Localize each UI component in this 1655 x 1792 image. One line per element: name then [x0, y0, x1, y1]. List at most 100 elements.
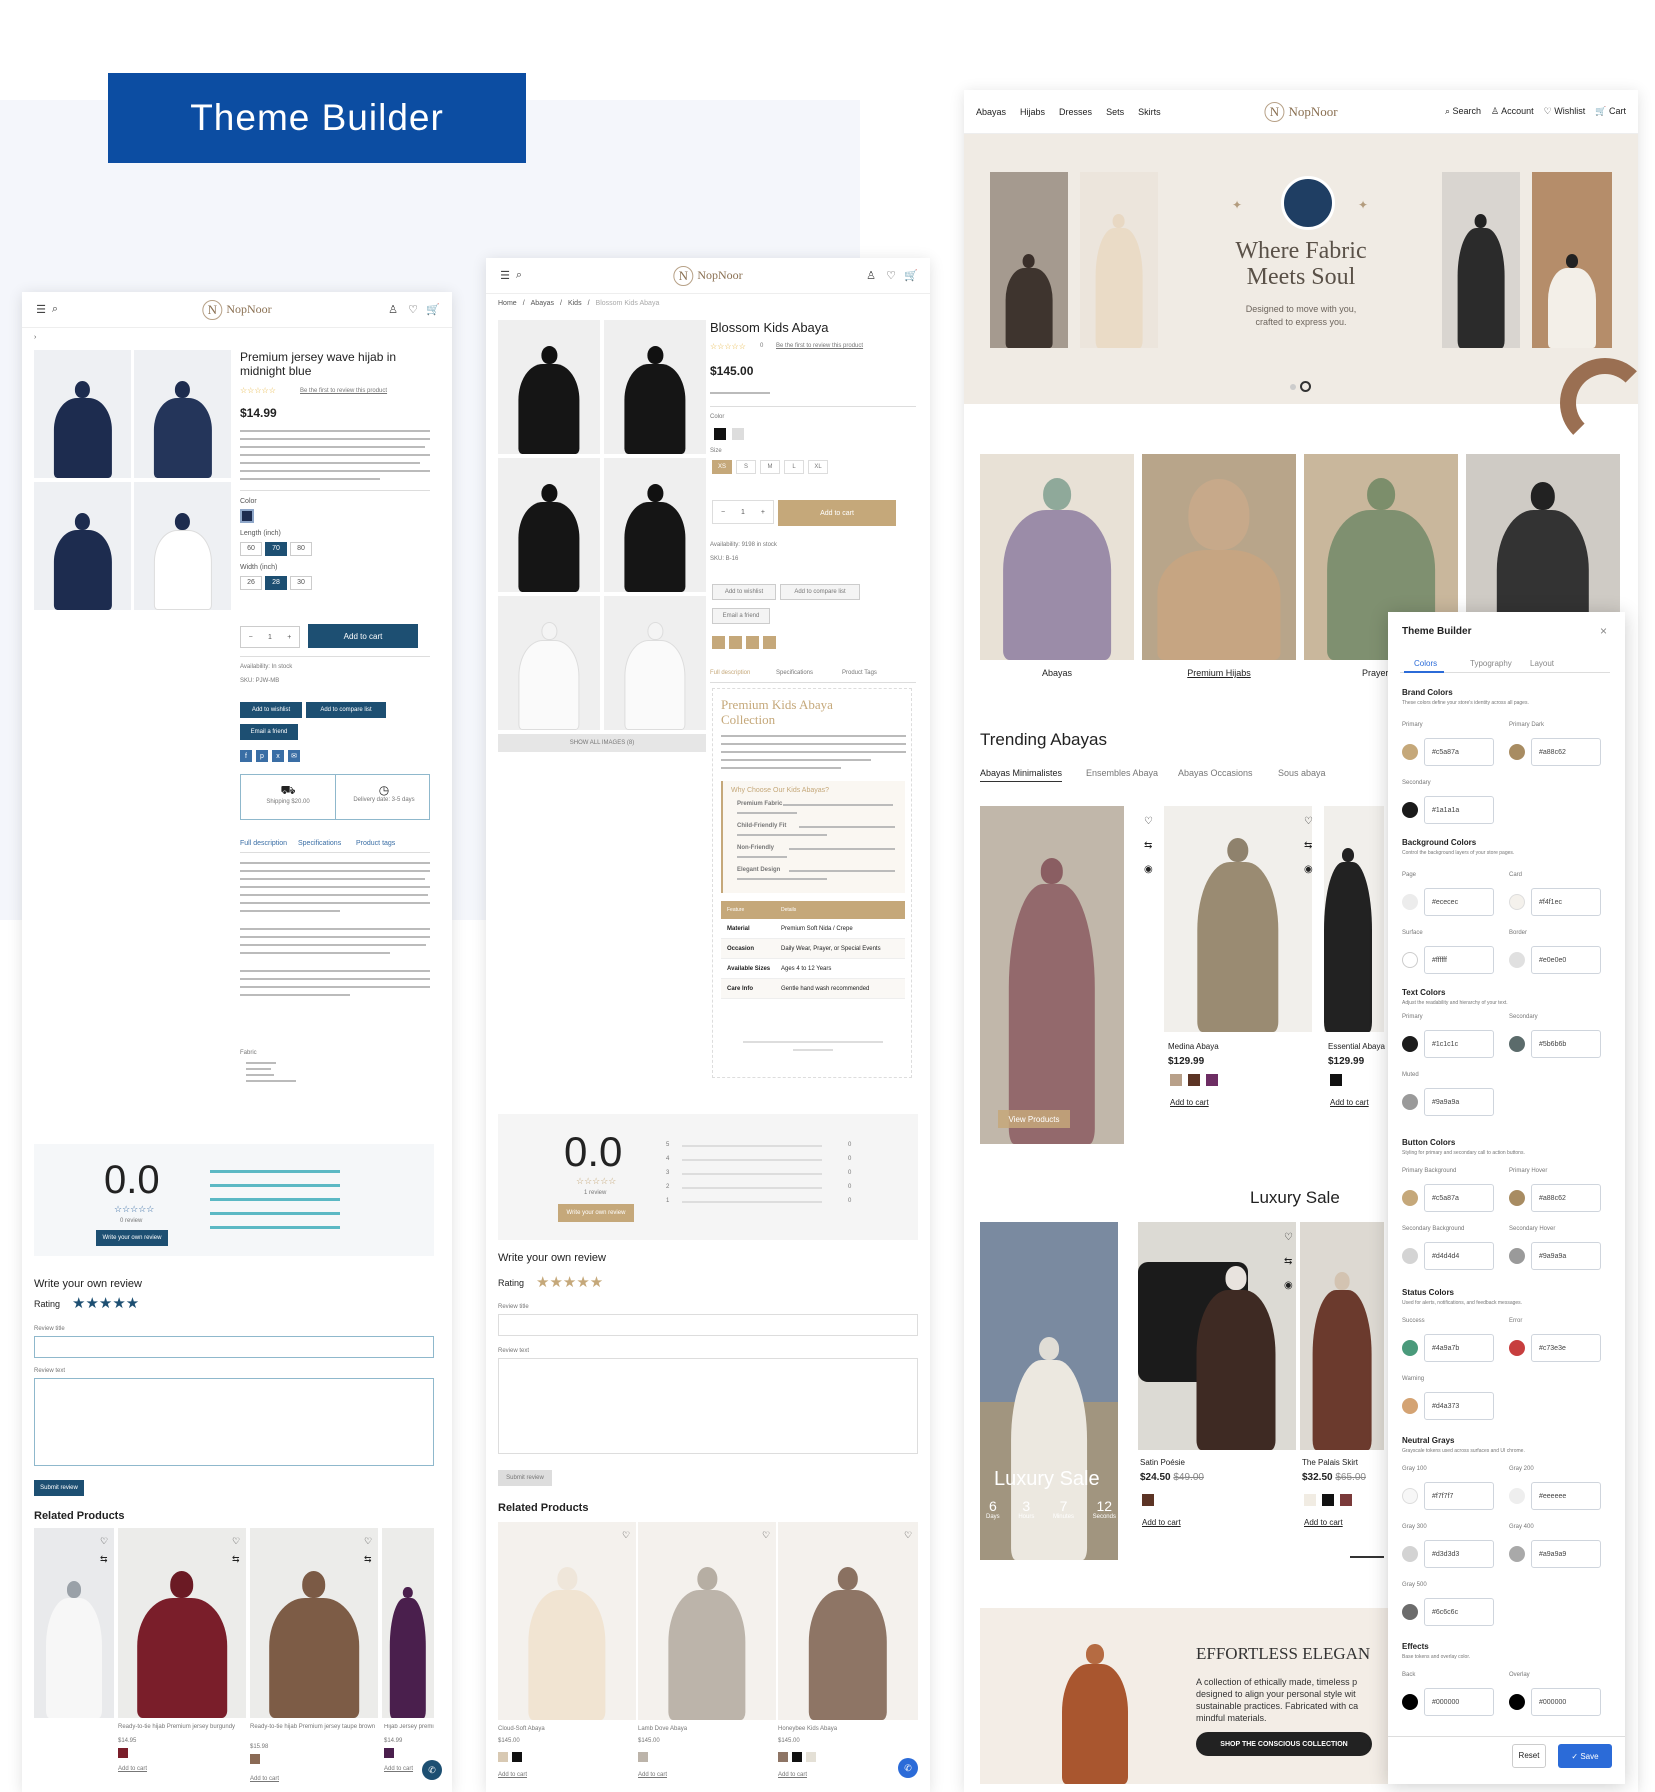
luxury-feature-image[interactable]: Luxury Sale 6 Days 3 Hours 7 Minutes 12 Seco… [980, 1222, 1118, 1560]
review-title-input[interactable] [498, 1314, 918, 1336]
search-link[interactable]: ⌕ Search [1445, 106, 1481, 117]
color-swatch[interactable] [240, 509, 254, 523]
plus-icon[interactable]: + [287, 634, 291, 641]
page-color-input[interactable]: #ececec [1424, 888, 1494, 916]
color-swatch[interactable] [1340, 1494, 1352, 1506]
related-name[interactable]: Honeybee Kids Abaya [778, 1726, 837, 1732]
email-share-icon[interactable] [763, 636, 776, 649]
trend-product-image[interactable] [1164, 806, 1312, 1032]
color-swatch[interactable] [512, 1752, 522, 1762]
tab-product-tags[interactable]: Product tags [356, 840, 395, 847]
review-link[interactable]: Be the first to review this product [776, 343, 863, 349]
related-name[interactable]: Ready-to-tie hijab Premium jersey taupe … [250, 1724, 378, 1730]
add-to-cart-link[interactable]: Add to cart [1304, 1518, 1343, 1527]
wishlist-icon[interactable]: ♡ [1284, 1232, 1293, 1243]
sale-product-name[interactable]: The Palais Skirt [1302, 1458, 1358, 1467]
tab-product-tags[interactable]: Product Tags [842, 670, 877, 676]
color-dot-secondary-bg[interactable] [1402, 1248, 1418, 1264]
color-dot-muted[interactable] [1402, 1094, 1418, 1110]
trend-tab[interactable]: Ensembles Abaya [1086, 768, 1158, 778]
color-dot-primary[interactable] [1402, 744, 1418, 760]
slider-dot-active[interactable] [1300, 381, 1311, 392]
color-dot-gray-200[interactable] [1509, 1488, 1525, 1504]
product-image[interactable] [604, 320, 706, 454]
compare-icon[interactable]: ⇆ [364, 1554, 372, 1565]
nav-dresses[interactable]: Dresses [1059, 107, 1092, 117]
email-share-icon[interactable]: ✉ [288, 750, 300, 762]
cart-icon[interactable]: 🛒 [426, 303, 440, 316]
wishlist-icon[interactable]: ♡ [406, 303, 420, 316]
color-swatch[interactable] [1170, 1074, 1182, 1086]
secondary-bg-color-input[interactable]: #d4d4d4 [1424, 1242, 1494, 1270]
error-color-input[interactable]: #c73e3e [1531, 1334, 1601, 1362]
related-product-image[interactable] [118, 1528, 246, 1718]
add-to-cart-button[interactable]: Add to cart [778, 500, 896, 526]
rating-input-stars[interactable]: ★★★★★ [72, 1294, 139, 1312]
color-dot-card[interactable] [1509, 894, 1525, 910]
add-to-compare-button[interactable]: Add to compare list [780, 584, 860, 600]
chat-icon[interactable]: ✆ [422, 1760, 442, 1780]
color-swatch[interactable] [498, 1752, 508, 1762]
compare-icon[interactable]: ⇆ [100, 1554, 108, 1565]
sale-product-image[interactable] [1300, 1222, 1384, 1450]
show-all-images-button[interactable]: SHOW ALL IMAGES (8) [498, 734, 706, 752]
category-label[interactable]: Premium Hijabs [1142, 668, 1296, 678]
color-dot-overlay[interactable] [1509, 1694, 1525, 1710]
color-swatch[interactable] [1206, 1074, 1218, 1086]
product-image[interactable] [34, 350, 131, 478]
color-swatch[interactable] [792, 1752, 802, 1762]
minus-icon[interactable]: − [249, 634, 253, 641]
size-option[interactable]: L [784, 460, 804, 474]
tab-typography[interactable]: Typography [1470, 659, 1512, 668]
category-label[interactable]: Abayas [980, 668, 1134, 678]
menu-icon[interactable]: ☰ [498, 269, 512, 282]
review-link[interactable]: Be the first to review this product [300, 388, 387, 394]
color-swatch-black[interactable] [714, 428, 726, 440]
quantity-stepper[interactable]: −1 + [712, 500, 774, 524]
chat-icon[interactable]: ✆ [898, 1758, 918, 1778]
color-dot-text-secondary[interactable] [1509, 1036, 1525, 1052]
submit-review-button[interactable]: Submit review [34, 1480, 84, 1496]
width-option[interactable]: 30 [290, 576, 312, 590]
breadcrumb-item[interactable]: Home [498, 300, 517, 307]
pinterest-share-icon[interactable] [729, 636, 742, 649]
logo[interactable]: N NopNoor [673, 265, 743, 286]
add-to-cart-link[interactable]: Add to cart [1142, 1518, 1181, 1527]
add-to-compare-button[interactable]: Add to compare list [306, 702, 386, 718]
search-icon[interactable]: ⌕ [48, 303, 62, 316]
pinterest-share-icon[interactable]: p [256, 750, 268, 762]
secondary-hover-color-input[interactable]: #9a9a9a [1531, 1242, 1601, 1270]
color-dot-primary-dark[interactable] [1509, 744, 1525, 760]
color-dot-gray-500[interactable] [1402, 1604, 1418, 1620]
color-dot-back[interactable] [1402, 1694, 1418, 1710]
cart-link[interactable]: 🛒 Cart [1595, 106, 1626, 117]
size-option[interactable]: XL [808, 460, 828, 474]
add-to-cart-link[interactable]: Add to cart [778, 1772, 807, 1778]
related-product-image[interactable] [382, 1528, 434, 1718]
wishlist-icon[interactable]: ♡ [364, 1536, 372, 1547]
review-text-input[interactable] [34, 1378, 434, 1466]
email-friend-button[interactable]: Email a friend [712, 608, 770, 624]
rating-input-stars[interactable]: ★★★★★ [536, 1273, 603, 1291]
trend-feature-image[interactable]: View Products [980, 806, 1124, 1144]
color-swatch-white[interactable] [732, 428, 744, 440]
facebook-share-icon[interactable]: f [240, 750, 252, 762]
write-review-button[interactable]: Write your own review [96, 1230, 168, 1246]
shop-conscious-button[interactable]: SHOP THE CONSCIOUS COLLECTION [1196, 1732, 1372, 1756]
account-link[interactable]: ♙ Account [1491, 106, 1534, 117]
color-dot-secondary[interactable] [1402, 802, 1418, 818]
related-name[interactable]: Hijab Jersey premi [384, 1724, 434, 1730]
trend-tab-active[interactable]: Abayas Minimalistes [980, 768, 1063, 782]
color-dot-text-primary[interactable] [1402, 1036, 1418, 1052]
color-dot-warning[interactable] [1402, 1398, 1418, 1414]
breadcrumb-item[interactable]: Kids [568, 300, 582, 307]
product-image[interactable] [604, 458, 706, 592]
color-swatch[interactable] [118, 1748, 128, 1758]
wishlist-icon[interactable]: ♡ [622, 1530, 630, 1541]
compare-icon[interactable]: ⇆ [1284, 1256, 1292, 1267]
related-product-image[interactable] [638, 1522, 776, 1720]
length-option-selected[interactable]: 70 [265, 542, 287, 556]
product-image[interactable] [498, 320, 600, 454]
search-icon[interactable]: ⌕ [512, 269, 526, 282]
account-icon[interactable]: ♙ [386, 303, 400, 316]
